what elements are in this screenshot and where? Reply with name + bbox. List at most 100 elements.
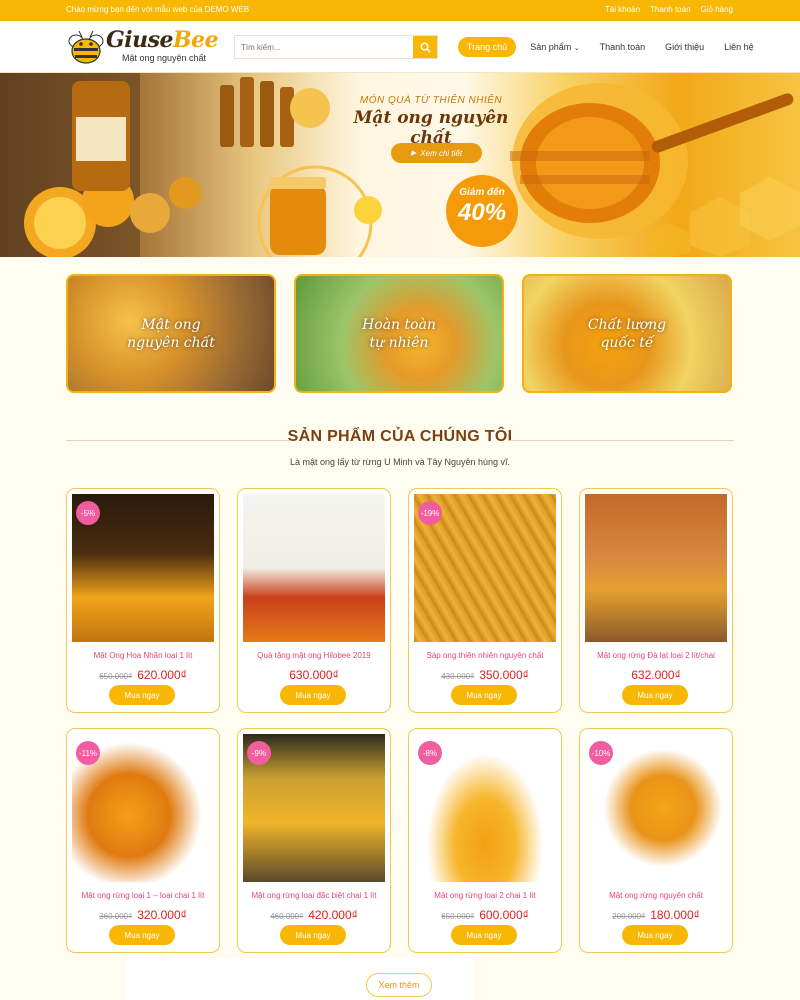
chevron-down-icon: ⌄ [573, 45, 580, 52]
sale-price: 320.000₫ [137, 908, 187, 922]
discount-line2: 40% [457, 199, 507, 226]
search-icon [420, 42, 431, 53]
product-card[interactable]: -19% Sáp ong thiên nhiên nguyên chất 430… [408, 488, 562, 713]
hero-title: Mật ong nguyên chất [353, 108, 509, 148]
hero-banner[interactable]: MÓN QUÀ TỪ THIÊN NHIÊN Mật ong nguyên ch… [0, 73, 800, 257]
play-icon: ▶ [410, 150, 417, 157]
sale-price: 350.000₫ [479, 668, 529, 682]
search-input[interactable] [235, 36, 415, 58]
section-subtitle: Là mật ong lấy từ rừng U Minh và Tây Ngu… [290, 457, 510, 467]
old-price: 200.000₫ [612, 912, 646, 921]
product-name[interactable]: Mật ong rừng loại 2 chai 1 lít [409, 891, 561, 900]
product-name[interactable]: Mật ong rừng Đà lạt loại 2 lít/chai [580, 651, 732, 660]
buy-now-button[interactable]: Mua ngay [109, 685, 175, 705]
category-label: Chất lượng quốc tế [587, 316, 667, 351]
product-prices: 360.000₫ 320.000₫ [67, 906, 219, 924]
product-image[interactable] [585, 494, 727, 642]
cart-link[interactable]: Giỏ hàng [701, 5, 733, 14]
product-prices: 650.000₫ 600.000₫ [409, 906, 561, 924]
discount-line1: Giảm đến [459, 187, 505, 198]
top-bar: Chào mừng bạn đến với mẫu web của DEMO W… [0, 0, 800, 21]
hero-detail-button[interactable]: ▶ Xem chi tiết [391, 143, 482, 163]
product-card[interactable]: Quà tặng mật ong Hilobee 2019 630.000₫ M… [237, 488, 391, 713]
title-divider-left [66, 440, 291, 441]
logo[interactable]: GiuseBee Mật ong nguyên chất [66, 27, 232, 67]
discount-badge: -19% [418, 501, 442, 525]
category-tile-quality[interactable]: Chất lượng quốc tế [522, 274, 732, 393]
nav-about[interactable]: Giới thiệu [655, 37, 714, 57]
sale-price: 620.000₫ [137, 668, 187, 682]
checkout-link[interactable]: Thanh toán [650, 5, 690, 14]
buy-now-button[interactable]: Mua ngay [622, 925, 688, 945]
buy-now-button[interactable]: Mua ngay [109, 925, 175, 945]
sale-price: 180.000₫ [650, 908, 700, 922]
old-price: 360.000₫ [99, 912, 133, 921]
nav-products-label: Sản phẩm [530, 42, 572, 52]
product-image[interactable] [243, 494, 385, 642]
product-card[interactable]: -8% Mật ong rừng loại 2 chai 1 lít 650.0… [408, 728, 562, 953]
category-label: Mật ong nguyên chất [127, 316, 215, 351]
hero-text: MÓN QUÀ TỪ THIÊN NHIÊN Mật ong nguyên ch… [336, 95, 526, 148]
search-box [234, 35, 438, 59]
view-more-button[interactable]: Xem thêm [366, 973, 432, 997]
product-card[interactable]: -5% Mật Ong Hoa Nhãn loại 1 lít 650.000₫… [66, 488, 220, 713]
discount-badge: -5% [76, 501, 100, 525]
product-name[interactable]: Mật Ong Hoa Nhãn loại 1 lít [67, 651, 219, 660]
product-name[interactable]: Sáp ong thiên nhiên nguyên chất [409, 651, 561, 660]
nav-contact[interactable]: Liên hệ [714, 37, 764, 57]
product-prices: 460.000₫ 420.000₫ [238, 906, 390, 924]
sale-price: 632.000₫ [631, 668, 681, 682]
old-price: 650.000₫ [99, 672, 133, 681]
products-section-title: SẢN PHẨM CỦA CHÚNG TÔI [66, 428, 734, 452]
section-title-text: SẢN PHẨM CỦA CHÚNG TÔI [287, 428, 513, 445]
sale-price: 630.000₫ [289, 668, 339, 682]
account-link[interactable]: Tài khoản [605, 5, 640, 14]
category-tile-natural[interactable]: Hoàn toàn tự nhiên [294, 274, 504, 393]
nav-products[interactable]: Sản phẩm ⌄ [520, 37, 589, 57]
product-prices: 200.000₫ 180.000₫ [580, 906, 732, 924]
buy-now-button[interactable]: Mua ngay [451, 925, 517, 945]
discount-badge: -8% [418, 741, 442, 765]
category-label: Hoàn toàn tự nhiên [362, 316, 436, 351]
old-price: 460.000₫ [270, 912, 304, 921]
bee-icon [68, 30, 104, 64]
hero-subtitle: MÓN QUÀ TỪ THIÊN NHIÊN [359, 95, 503, 106]
category-tile-pure[interactable]: Mật ong nguyên chất [66, 274, 276, 393]
main-nav: Trang chủ Sản phẩm ⌄ Thanh toán Giới thi… [458, 37, 764, 57]
hero-detail-label: Xem chi tiết [420, 148, 463, 158]
product-name[interactable]: Quà tặng mật ong Hilobee 2019 [238, 651, 390, 660]
logo-wordmark: GiuseBee [106, 27, 219, 53]
product-card[interactable]: -11% Mật ong rừng loại 1 – loại chai 1 l… [66, 728, 220, 953]
discount-badge: -10% [589, 741, 613, 765]
discount-badge: -9% [247, 741, 271, 765]
product-prices: 632.000₫ [580, 666, 732, 684]
product-card[interactable]: -10% Mật ong rừng nguyên chất 200.000₫ 18… [579, 728, 733, 953]
top-links: Tài khoản Thanh toán Giỏ hàng [605, 5, 733, 14]
nav-checkout[interactable]: Thanh toán [590, 37, 656, 57]
discount-badge: -11% [76, 741, 100, 765]
product-name[interactable]: Mật ong rừng loại 1 – loại chai 1 lít [67, 891, 219, 900]
old-price: 430.000₫ [441, 672, 475, 681]
category-tiles: Mật ong nguyên chất Hoàn toàn tự nhiên C… [66, 274, 734, 394]
logo-tagline: Mật ong nguyên chất [122, 53, 207, 63]
old-price: 650.000₫ [441, 912, 475, 921]
buy-now-button[interactable]: Mua ngay [451, 685, 517, 705]
sale-price: 600.000₫ [479, 908, 529, 922]
title-divider-right [509, 440, 734, 441]
product-card[interactable]: -9% Mật ong rừng loại đặc biệt chai 1 lí… [237, 728, 391, 953]
buy-now-button[interactable]: Mua ngay [280, 685, 346, 705]
site-header: GiuseBee Mật ong nguyên chất Trang chủ S… [0, 21, 800, 73]
product-prices: 430.000₫ 350.000₫ [409, 666, 561, 684]
product-name[interactable]: Mật ong rừng nguyên chất [580, 891, 732, 900]
product-prices: 650.000₫ 620.000₫ [67, 666, 219, 684]
nav-home[interactable]: Trang chủ [458, 37, 517, 57]
welcome-text: Chào mừng bạn đến với mẫu web của DEMO W… [66, 5, 250, 14]
product-name[interactable]: Mật ong rừng loại đặc biệt chai 1 lít [238, 891, 390, 900]
product-prices: 630.000₫ [238, 666, 390, 684]
buy-now-button[interactable]: Mua ngay [622, 685, 688, 705]
buy-now-button[interactable]: Mua ngay [280, 925, 346, 945]
sale-price: 420.000₫ [308, 908, 358, 922]
hero-discount-badge: Giảm đến 40% [446, 175, 518, 247]
product-card[interactable]: Mật ong rừng Đà lạt loại 2 lít/chai 632.… [579, 488, 733, 713]
search-button[interactable] [413, 36, 437, 58]
